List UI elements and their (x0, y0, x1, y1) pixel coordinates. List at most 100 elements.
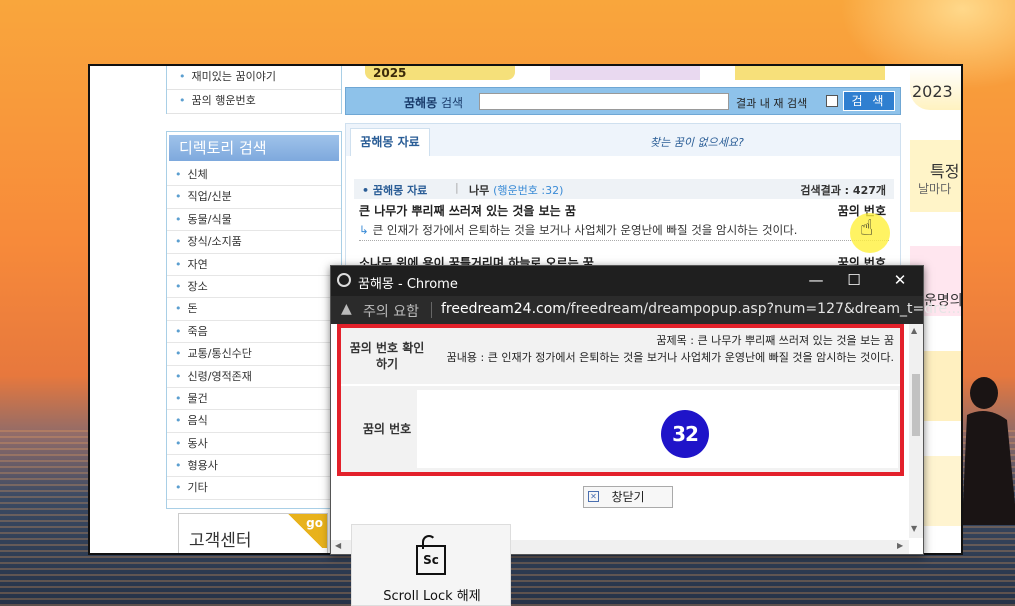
bullet-icon: • (175, 459, 182, 473)
tab-row: 꿈해몽 자료 찾는 꿈이 없으세요? (346, 124, 900, 156)
go-label: go (306, 516, 323, 530)
dir-item-transport[interactable]: • 교통/통신수단 (167, 343, 341, 366)
popup-title: 꿈해몽 - Chrome (358, 277, 458, 292)
maximize-button[interactable]: ☐ (839, 271, 869, 291)
dream-number-ball: 32 (661, 410, 709, 458)
sidebar-top-links: • 재미있는 꿈이야기 • 꿈의 행운번호 (166, 66, 342, 114)
search-label-strong: 꿈해몽 (404, 96, 438, 110)
bullet-icon: • (179, 70, 186, 83)
minimize-button[interactable]: — (801, 271, 831, 291)
directory-search-panel: 디렉토리 검색 • 신체 • 직업/신분 • 동물/식물 • 장식/소지품 • 자연 • 장… (166, 131, 342, 509)
dir-item-label: 장소 (187, 279, 208, 293)
scroll-thumb[interactable] (912, 374, 920, 436)
scroll-lock-text: Scroll Lock 해제 (383, 589, 481, 604)
close-window-button[interactable]: ✕ (885, 271, 915, 291)
highlight-frame: 꿈의 번호 확인하기 꿈제목 : 큰 나무가 뿌리째 쓰러져 있는 것을 보는 … (337, 324, 904, 476)
search-input[interactable] (479, 93, 729, 110)
dir-item-adjective[interactable]: • 형용사 (167, 455, 341, 478)
banner-middle[interactable] (550, 66, 700, 80)
dir-item-label: 교통/통신수단 (187, 347, 252, 361)
not-found-hint-link[interactable]: 찾는 꿈이 없으세요? (650, 134, 744, 150)
dir-item-label: 기타 (187, 481, 208, 495)
banner-left-text: 2025 (373, 66, 407, 80)
scroll-down-icon[interactable]: ▼ (911, 524, 917, 533)
dir-item-label: 신령/영적존재 (187, 369, 252, 383)
warning-icon: ▲ (341, 301, 352, 317)
scroll-left-icon[interactable]: ◀ (335, 541, 341, 550)
link-label: 재미있는 꿈이야기 (191, 70, 276, 83)
address-bar[interactable]: ▲ 주의 요함 freedream24.com/freedream/dreamp… (331, 296, 960, 324)
search-button[interactable]: 검 색 (843, 91, 895, 111)
customer-center-banner[interactable]: 고객센터 go (178, 513, 328, 553)
dir-item-label: 동사 (187, 436, 208, 450)
close-popup-button[interactable]: ✕ 창닫기 (583, 486, 673, 508)
dream-content-line: 꿈내용 : 큰 인재가 정가에서 은퇴하는 것을 보거나 사업체가 운영난에 빠… (446, 351, 894, 364)
dir-item-spirit[interactable]: • 신령/영적존재 (167, 366, 341, 388)
customer-center-label: 고객센터 (189, 531, 252, 551)
scroll-right-icon[interactable]: ▶ (897, 541, 903, 550)
dir-item-label: 직업/신분 (187, 190, 232, 204)
result-separator: | (455, 181, 459, 194)
banner-left[interactable]: 2025 (365, 66, 515, 80)
popup-titlebar: 꿈해몽 - Chrome — ☐ ✕ (331, 266, 923, 296)
dir-item-job[interactable]: • 직업/신분 (167, 186, 341, 209)
result-header: • 꿈해몽 자료 | 나무 (행운번호 :32) 검색결과 : 427개 (354, 179, 894, 199)
dir-item-nature[interactable]: • 자연 (167, 254, 341, 276)
dir-item-label: 동물/식물 (187, 212, 232, 226)
dream-info-row: 꿈의 번호 확인하기 꿈제목 : 큰 나무가 뿌리째 쓰러져 있는 것을 보는 … (341, 328, 900, 384)
address-divider (431, 302, 432, 318)
security-warning-text: 주의 요함 (363, 304, 419, 320)
globe-icon (337, 273, 351, 287)
search-within-checkbox[interactable] (826, 95, 838, 107)
result-category-label: 꿈해몽 자료 (372, 184, 428, 197)
right-ad-special-sub: 날마다 (918, 182, 952, 196)
dir-item-label: 형용사 (187, 459, 218, 473)
dir-item-verb[interactable]: • 동사 (167, 433, 341, 456)
dir-item-money[interactable]: • 돈 (167, 298, 341, 321)
result-item-desc: ↳ 큰 인재가 정가에서 은퇴하는 것을 보거나 사업체가 운영난에 빠질 것을 … (359, 222, 889, 241)
dream-number-row: 꿈의 번호 32 (341, 386, 900, 472)
dir-item-body[interactable]: • 신체 (167, 164, 341, 187)
sidebar-link-fun-dreams[interactable]: • 재미있는 꿈이야기 (167, 66, 341, 90)
scroll-lock-toast: Sc Scroll Lock 해제 (351, 524, 511, 606)
link-label: 꿈의 행운번호 (191, 94, 256, 107)
hand-pointer-icon: ☝ (860, 216, 874, 241)
dir-item-food[interactable]: • 음식 (167, 410, 341, 433)
bullet-icon: • (175, 190, 182, 204)
dir-item-label: 죽음 (187, 324, 208, 338)
popup-body: 꿈의 번호 확인하기 꿈제목 : 큰 나무가 뿌리째 쓰러져 있는 것을 보는 … (331, 324, 923, 554)
dir-item-accessory[interactable]: • 장식/소지품 (167, 231, 341, 254)
dir-item-label: 물건 (187, 391, 208, 405)
right-ad-top[interactable]: 2023 (910, 66, 961, 110)
result-item-title[interactable]: 큰 나무가 뿌리째 쓰러져 있는 것을 보는 꿈 (359, 202, 576, 219)
vertical-scrollbar[interactable]: ▲ ▼ (909, 324, 923, 538)
sidebar-link-lucky-number[interactable]: • 꿈의 행운번호 (167, 90, 341, 114)
tab-dream-data[interactable]: 꿈해몽 자료 (350, 128, 430, 156)
url-host: freedream24.com (441, 301, 566, 317)
bullet-icon: • (179, 94, 186, 107)
search-label-rest: 검색 (437, 96, 464, 110)
bullet-icon: • (175, 414, 182, 428)
bullet-icon: • (175, 168, 182, 181)
dir-item-animal[interactable]: • 동물/식물 (167, 209, 341, 232)
right-ad-top-text: 2023 (912, 82, 953, 101)
dir-item-etc[interactable]: • 기타 (167, 477, 341, 500)
url-text: freedream24.com/freedream/dreampopup.asp… (441, 301, 960, 317)
result-keyword-label: 나무 (469, 184, 490, 197)
right-ad-special-title: 특정 (930, 162, 960, 181)
person-silhouette (962, 377, 1015, 525)
dir-item-death[interactable]: • 죽음 (167, 321, 341, 344)
dir-item-label: 돈 (187, 302, 198, 316)
dir-item-label: 신체 (187, 168, 208, 181)
search-within-label: 결과 내 재 검색 (736, 97, 808, 110)
dir-item-label: 자연 (187, 257, 208, 271)
dream-title-line: 꿈제목 : 큰 나무가 뿌리째 쓰러져 있는 것을 보는 꿈 (656, 334, 894, 347)
dir-item-label: 음식 (187, 414, 208, 428)
dir-item-place[interactable]: • 장소 (167, 276, 341, 299)
dir-item-object[interactable]: • 물건 (167, 388, 341, 411)
scroll-up-icon[interactable]: ▲ (911, 326, 917, 335)
search-bar: 꿈해몽 검색 결과 내 재 검색 검 색 (345, 87, 901, 115)
right-ad-special[interactable]: 특정 날마다 (910, 140, 961, 212)
banner-right[interactable] (735, 66, 885, 80)
dream-number-label: 꿈의 번호 (362, 422, 412, 436)
